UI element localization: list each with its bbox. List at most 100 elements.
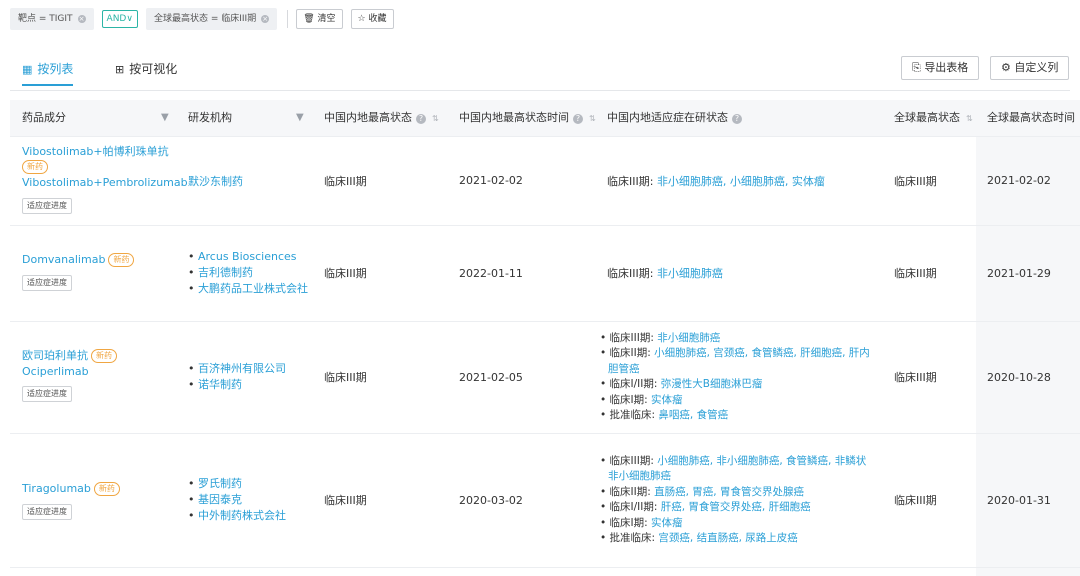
col-header-cn-status[interactable]: 中国内地最高状态? ⇅ (324, 100, 439, 136)
indication-list[interactable]: 鼻咽癌, 食管癌 (658, 409, 728, 421)
clear-button[interactable]: 🗑 清空 (296, 9, 343, 29)
cn-time-cell: 2020-03-02 (459, 493, 523, 507)
indication-phase: 临床I/II期: (609, 378, 661, 390)
indication-phase: 临床II期: (609, 485, 655, 498)
filter-bar: 靶点 = TIGIT × AND∨ 全球最高状态 = 临床III期 × 🗑 清空… (10, 8, 402, 30)
indication-list[interactable]: 非小细胞肺癌, 小细胞肺癌, 实体瘤 (657, 175, 825, 188)
help-icon[interactable]: ? (573, 114, 583, 124)
col-header-cn-indication[interactable]: 中国内地适应症在研状态? (607, 100, 742, 136)
indication-progress-button[interactable]: 适应症进度 (22, 386, 72, 402)
indication-list[interactable]: 小细胞肺癌, 宫颈癌, 食管鳞癌, 肝细胞癌, 肝内 (654, 347, 870, 359)
table-row: Tiragolumab 新药 适应症进度 • 罗氏制药 • 基因泰克 • 中外制药… (10, 433, 1080, 568)
col-header-org[interactable]: 研发机构 ▼ (188, 100, 313, 136)
table-row: Vibostolimab+帕博利珠单抗 新药 Vibostolimab+Pemb… (10, 136, 1080, 226)
indication-list[interactable]: 肝癌, 胃食管交界处癌, 肝细胞癌 (661, 501, 811, 513)
favorite-button[interactable]: ☆ 收藏 (350, 9, 394, 29)
indication-list[interactable]: 直肠癌, 胃癌, 胃食管交界处腺癌 (654, 486, 804, 498)
org-cell: • Arcus Biosciences • 吉利德制药 • 大鹏药品工业株式会社 (188, 250, 308, 295)
org-link[interactable]: 罗氏制药 (198, 477, 242, 490)
filter-chip-target[interactable]: 靶点 = TIGIT × (10, 8, 94, 30)
star-icon: ☆ (357, 14, 366, 24)
cn-status-cell: 临床III期 (324, 267, 367, 280)
org-link[interactable]: 默沙东制药 (188, 173, 243, 189)
drug-name-link[interactable]: Vibostolimab+帕博利珠单抗 (22, 144, 182, 160)
export-table-label: 导出表格 (924, 61, 969, 74)
drug-cell: Vibostolimab+帕博利珠单抗 新药 Vibostolimab+Pemb… (22, 144, 188, 214)
drug-name-link[interactable]: Domvanalimab (22, 253, 105, 266)
remove-filter-icon[interactable]: × (261, 15, 270, 23)
help-icon[interactable]: ? (732, 114, 742, 124)
help-icon[interactable]: ? (416, 114, 426, 124)
sort-icon[interactable]: ⇅ (432, 114, 439, 123)
tab-list[interactable]: ▦ 按列表 (22, 60, 74, 86)
custom-columns-button[interactable]: ⚙ 自定义列 (990, 56, 1070, 80)
tab-visualization[interactable]: ⊞ 按可视化 (115, 60, 177, 84)
global-status-cell: 临床III期 (894, 174, 937, 188)
drug-name-cn: Vibostolimab+帕博利珠单抗 (22, 145, 169, 158)
col-header-global-status[interactable]: 全球最高状态 ⇅ (894, 100, 973, 136)
cn-time-cell: 2022-01-11 (459, 266, 523, 280)
col-header-global-status-label: 全球最高状态 (894, 111, 960, 124)
indication-list[interactable]: 实体瘤 (651, 394, 683, 406)
col-header-cn-indication-label: 中国内地适应症在研状态 (607, 111, 728, 124)
cn-status-cell: 临床III期 (324, 371, 367, 384)
drug-name-link[interactable]: Tiragolumab (22, 482, 91, 495)
indication-list[interactable]: 非小细胞肺癌 (657, 267, 723, 280)
logic-select[interactable]: AND∨ (101, 10, 138, 28)
indication-list-continued[interactable]: 非小细胞肺癌 (608, 470, 671, 482)
col-header-drug[interactable]: 药品成分 ▼ (22, 100, 182, 136)
table-row: 欧司珀利单抗 新药 Ociperlimab 适应症进度 • 百济神州有限公司 • … (10, 321, 1080, 434)
org-link[interactable]: 吉利德制药 (198, 266, 253, 279)
drug-name-en[interactable]: Ociperlimab (22, 364, 182, 380)
tab-visualization-label: 按可视化 (129, 62, 178, 76)
chevron-down-icon: ∨ (126, 14, 133, 24)
org-link[interactable]: 百济神州有限公司 (198, 362, 286, 375)
new-drug-badge: 新药 (93, 482, 120, 496)
drug-table: 药品成分 ▼ 研发机构 ▼ 中国内地最高状态? ⇅ 中国内地最高状态时间? ⇅ 中国… (10, 100, 1080, 576)
cn-indication-cell: 临床III期: 非小细胞肺癌, 小细胞肺癌, 实体瘤 (607, 136, 825, 225)
indication-phase: 临床III期: (609, 454, 658, 467)
indication-list-continued[interactable]: 胆管癌 (608, 363, 640, 375)
new-drug-badge: 新药 (91, 349, 117, 363)
remove-filter-icon[interactable]: × (77, 15, 86, 23)
indication-progress-button[interactable]: 适应症进度 (22, 198, 72, 214)
org-link[interactable]: 大鹏药品工业株式会社 (198, 282, 308, 295)
global-time-cell: 2020-01-31 (987, 493, 1051, 507)
logic-select-value: AND (106, 14, 127, 24)
indication-list[interactable]: 实体瘤 (651, 517, 683, 529)
drug-name-link[interactable]: 欧司珀利单抗 (22, 349, 88, 362)
org-link[interactable]: 中外制药株式会社 (198, 509, 286, 522)
drug-name-en[interactable]: Vibostolimab+Pembrolizumab (22, 174, 188, 192)
col-header-global-time[interactable]: 全球最高状态时间 (987, 100, 1075, 136)
indication-progress-button[interactable]: 适应症进度 (22, 504, 72, 520)
cn-indication-cell: 临床III期: 非小细胞肺癌 (607, 225, 723, 321)
col-header-cn-time[interactable]: 中国内地最高状态时间? ⇅ (459, 100, 596, 136)
sort-icon[interactable]: ⇅ (589, 114, 596, 123)
sort-icon[interactable]: ⇅ (966, 114, 973, 123)
indication-progress-button[interactable]: 适应症进度 (22, 275, 72, 291)
indication-list[interactable]: 弥漫性大B细胞淋巴瘤 (661, 378, 763, 390)
org-link[interactable]: 诺华制药 (198, 378, 242, 391)
org-link[interactable]: Arcus Biosciences (198, 250, 297, 263)
indication-phase: 临床I/II期: (609, 501, 661, 513)
export-table-button[interactable]: ⎘ 导出表格 (901, 56, 980, 80)
cn-indication-cell: • 临床III期: 小细胞肺癌, 非小细胞肺癌, 食管鳞癌, 非鳞状 非小细胞肺… (600, 454, 867, 545)
table-icon: ▦ (22, 63, 33, 76)
org-link[interactable]: 基因泰克 (198, 493, 242, 506)
indication-phase: 临床I期: (609, 393, 652, 406)
indication-list[interactable]: 小细胞肺癌, 非小细胞肺癌, 食管鳞癌, 非鳞状 (657, 455, 866, 467)
indication-list[interactable]: 宫颈癌, 结直肠癌, 尿路上皮癌 (658, 532, 797, 544)
col-header-org-label: 研发机构 (188, 111, 232, 124)
filter-icon[interactable]: ▼ (161, 100, 169, 136)
tab-list-label: 按列表 (37, 62, 74, 76)
filter-chip-global-status[interactable]: 全球最高状态 = 临床III期 × (145, 8, 278, 30)
global-time-cell: 2020-10-28 (987, 370, 1051, 384)
filter-icon[interactable]: ▼ (296, 100, 304, 136)
global-time-cell: 2021-01-29 (987, 266, 1051, 280)
new-drug-badge: 新药 (22, 160, 48, 174)
col-header-cn-time-label: 中国内地最高状态时间 (459, 111, 569, 124)
col-header-global-time-label: 全球最高状态时间 (987, 111, 1075, 124)
indication-list[interactable]: 非小细胞肺癌 (657, 332, 720, 344)
global-time-cell: 2021-02-02 (987, 174, 1051, 187)
custom-columns-label: 自定义列 (1014, 61, 1059, 74)
